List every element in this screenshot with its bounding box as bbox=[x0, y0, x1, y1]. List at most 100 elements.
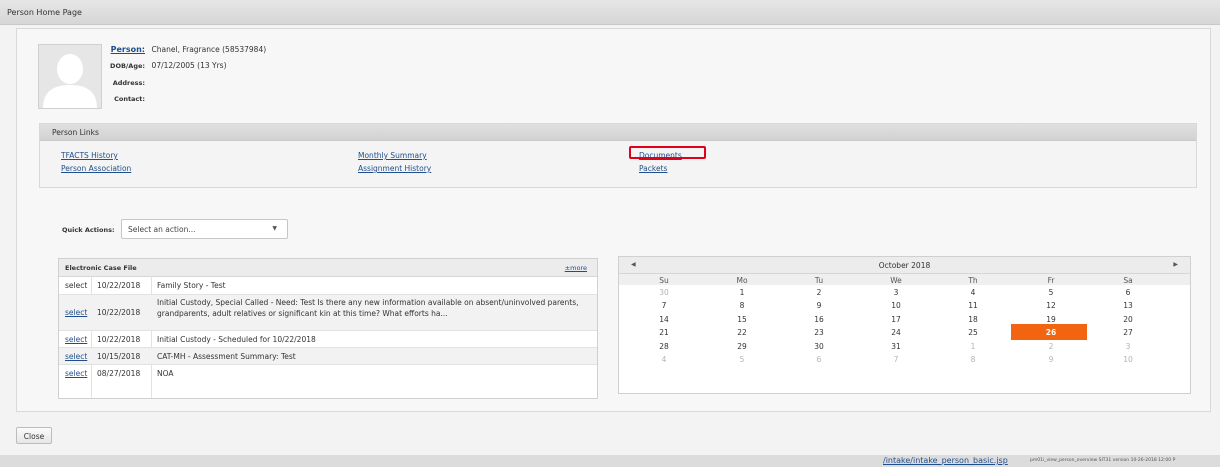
weekday-header: Sa bbox=[1123, 276, 1133, 285]
person-links-header: Person Links bbox=[40, 124, 1196, 141]
weekday-header: Fr bbox=[1047, 276, 1055, 285]
quick-actions-label: Quick Actions: bbox=[62, 226, 115, 234]
electronic-case-file-table: Electronic Case File ±more select 10/22/… bbox=[58, 258, 598, 399]
tfacts-history-link[interactable]: TFACTS History bbox=[61, 151, 118, 160]
calendar-day[interactable]: 12 bbox=[1012, 301, 1090, 310]
calendar-day[interactable]: 6 bbox=[780, 355, 858, 364]
row-description: Initial Custody, Special Called - Need: … bbox=[157, 298, 579, 318]
assignment-history-link[interactable]: Assignment History bbox=[358, 164, 431, 173]
dob-label: DOB/Age: bbox=[110, 62, 145, 70]
calendar-day[interactable]: 16 bbox=[780, 315, 858, 324]
calendar-day[interactable]: 3 bbox=[1089, 342, 1167, 351]
calendar-day[interactable]: 1 bbox=[934, 342, 1012, 351]
calendar-day[interactable]: 13 bbox=[1089, 301, 1167, 310]
calendar-day[interactable]: 8 bbox=[703, 301, 781, 310]
quick-actions-selected-value: Select an action... bbox=[128, 225, 196, 234]
calendar-day[interactable]: 6 bbox=[1089, 288, 1167, 297]
calendar-day[interactable]: 30 bbox=[780, 342, 858, 351]
calendar-day[interactable]: 7 bbox=[625, 301, 703, 310]
calendar-day[interactable]: 29 bbox=[703, 342, 781, 351]
person-link[interactable]: Person: bbox=[111, 45, 145, 54]
calendar-day[interactable]: 8 bbox=[934, 355, 1012, 364]
dob-row: DOB/Age: 07/12/2005 (13 Yrs) bbox=[20, 61, 227, 73]
row-select-text: select bbox=[65, 281, 88, 290]
table-row: select 10/15/2018 CAT-MH - Assessment Su… bbox=[59, 348, 597, 365]
calendar-day[interactable]: 25 bbox=[934, 328, 1012, 337]
calendar-day[interactable]: 24 bbox=[857, 328, 935, 337]
calendar-day[interactable]: 27 bbox=[1089, 328, 1167, 337]
person-name: Chanel, Fragrance (58537984) bbox=[151, 45, 267, 54]
calendar-day[interactable]: 4 bbox=[934, 288, 1012, 297]
calendar-day[interactable]: 1 bbox=[703, 288, 781, 297]
calendar-day[interactable]: 14 bbox=[625, 315, 703, 324]
contact-label: Contact: bbox=[114, 95, 145, 103]
person-association-link[interactable]: Person Association bbox=[61, 164, 131, 173]
calendar-day[interactable]: 30 bbox=[625, 288, 703, 297]
calendar-day[interactable]: 10 bbox=[1089, 355, 1167, 364]
weekday-header: Su bbox=[659, 276, 669, 285]
dropdown-arrow-icon: ▼ bbox=[272, 225, 277, 232]
quick-actions-select[interactable]: Select an action... ▼ bbox=[121, 219, 288, 239]
row-date: 10/22/2018 bbox=[97, 335, 141, 344]
row-select-link[interactable]: select bbox=[65, 369, 87, 378]
footer-info: pm01i_view_person_overview SIT31 version… bbox=[1030, 458, 1176, 463]
dob-value: 07/12/2005 (13 Yrs) bbox=[151, 61, 227, 70]
calendar-next-icon[interactable]: ▶ bbox=[1173, 261, 1178, 268]
calendar-day[interactable]: 10 bbox=[857, 301, 935, 310]
calendar-day[interactable]: 9 bbox=[780, 301, 858, 310]
weekday-header: Th bbox=[968, 276, 978, 285]
calendar-header: ◀ October 2018 ▶ bbox=[619, 257, 1190, 274]
window-titlebar: Person Home Page bbox=[0, 0, 1220, 25]
table-row: select 10/22/2018 Initial Custody - Sche… bbox=[59, 331, 597, 348]
calendar-day[interactable]: 17 bbox=[857, 315, 935, 324]
row-description: CAT-MH - Assessment Summary: Test bbox=[157, 352, 296, 361]
calendar-day[interactable]: 3 bbox=[857, 288, 935, 297]
calendar-day[interactable]: 15 bbox=[703, 315, 781, 324]
weekday-header: Tu bbox=[814, 276, 824, 285]
row-description: NOA bbox=[157, 369, 174, 378]
ecf-title: Electronic Case File bbox=[65, 264, 137, 272]
calendar-day[interactable]: 2 bbox=[1012, 342, 1090, 351]
person-links-title: Person Links bbox=[52, 128, 99, 137]
address-row: Address: bbox=[20, 78, 149, 90]
packets-link[interactable]: Packets bbox=[639, 164, 667, 173]
row-date: 10/22/2018 bbox=[97, 308, 141, 317]
row-select-link[interactable]: select bbox=[65, 308, 87, 317]
weekday-header: We bbox=[890, 276, 902, 285]
calendar-day[interactable]: 20 bbox=[1089, 315, 1167, 324]
calendar-day[interactable]: 7 bbox=[857, 355, 935, 364]
status-footer: /intake/intake_person_basic.jsp pm01i_vi… bbox=[0, 455, 1220, 467]
calendar-day[interactable]: 28 bbox=[625, 342, 703, 351]
calendar-day[interactable]: 31 bbox=[857, 342, 935, 351]
address-label: Address: bbox=[112, 79, 145, 87]
table-row: select 10/22/2018 Initial Custody, Speci… bbox=[59, 295, 597, 331]
calendar-day[interactable]: 11 bbox=[934, 301, 1012, 310]
calendar-day[interactable]: 19 bbox=[1012, 315, 1090, 324]
row-select-link[interactable]: select bbox=[65, 352, 87, 361]
calendar-month-label: October 2018 bbox=[878, 261, 931, 270]
calendar: ◀ October 2018 ▶ Su Mo Tu We Th Fr Sa 30 1 2 3 4 5 6 7… bbox=[618, 256, 1191, 394]
close-button[interactable]: Close bbox=[16, 427, 52, 444]
calendar-day[interactable]: 4 bbox=[625, 355, 703, 364]
footer-path-link[interactable]: /intake/intake_person_basic.jsp bbox=[883, 455, 1008, 467]
monthly-summary-link[interactable]: Monthly Summary bbox=[358, 151, 427, 160]
calendar-day[interactable]: 23 bbox=[780, 328, 858, 337]
calendar-day[interactable]: 9 bbox=[1012, 355, 1090, 364]
row-date: 08/27/2018 bbox=[97, 369, 141, 378]
calendar-day[interactable]: 21 bbox=[625, 328, 703, 337]
window-title: Person Home Page bbox=[7, 8, 82, 17]
calendar-day[interactable]: 2 bbox=[780, 288, 858, 297]
calendar-day[interactable]: 18 bbox=[934, 315, 1012, 324]
calendar-day[interactable]: 5 bbox=[1012, 288, 1090, 297]
person-row: Person: Chanel, Fragrance (58537984) bbox=[20, 45, 267, 57]
row-date: 10/15/2018 bbox=[97, 352, 141, 361]
person-links-panel: Person Links TFACTS History Person Assoc… bbox=[39, 123, 1197, 188]
table-row: select 08/27/2018 NOA bbox=[59, 365, 597, 382]
calendar-day[interactable]: 26 bbox=[1012, 328, 1090, 337]
row-description: Family Story - Test bbox=[157, 281, 226, 290]
calendar-day[interactable]: 5 bbox=[703, 355, 781, 364]
ecf-more-link[interactable]: ±more bbox=[565, 264, 587, 272]
row-select-link[interactable]: select bbox=[65, 335, 87, 344]
weekday-header: Mo bbox=[736, 276, 748, 285]
calendar-day[interactable]: 22 bbox=[703, 328, 781, 337]
